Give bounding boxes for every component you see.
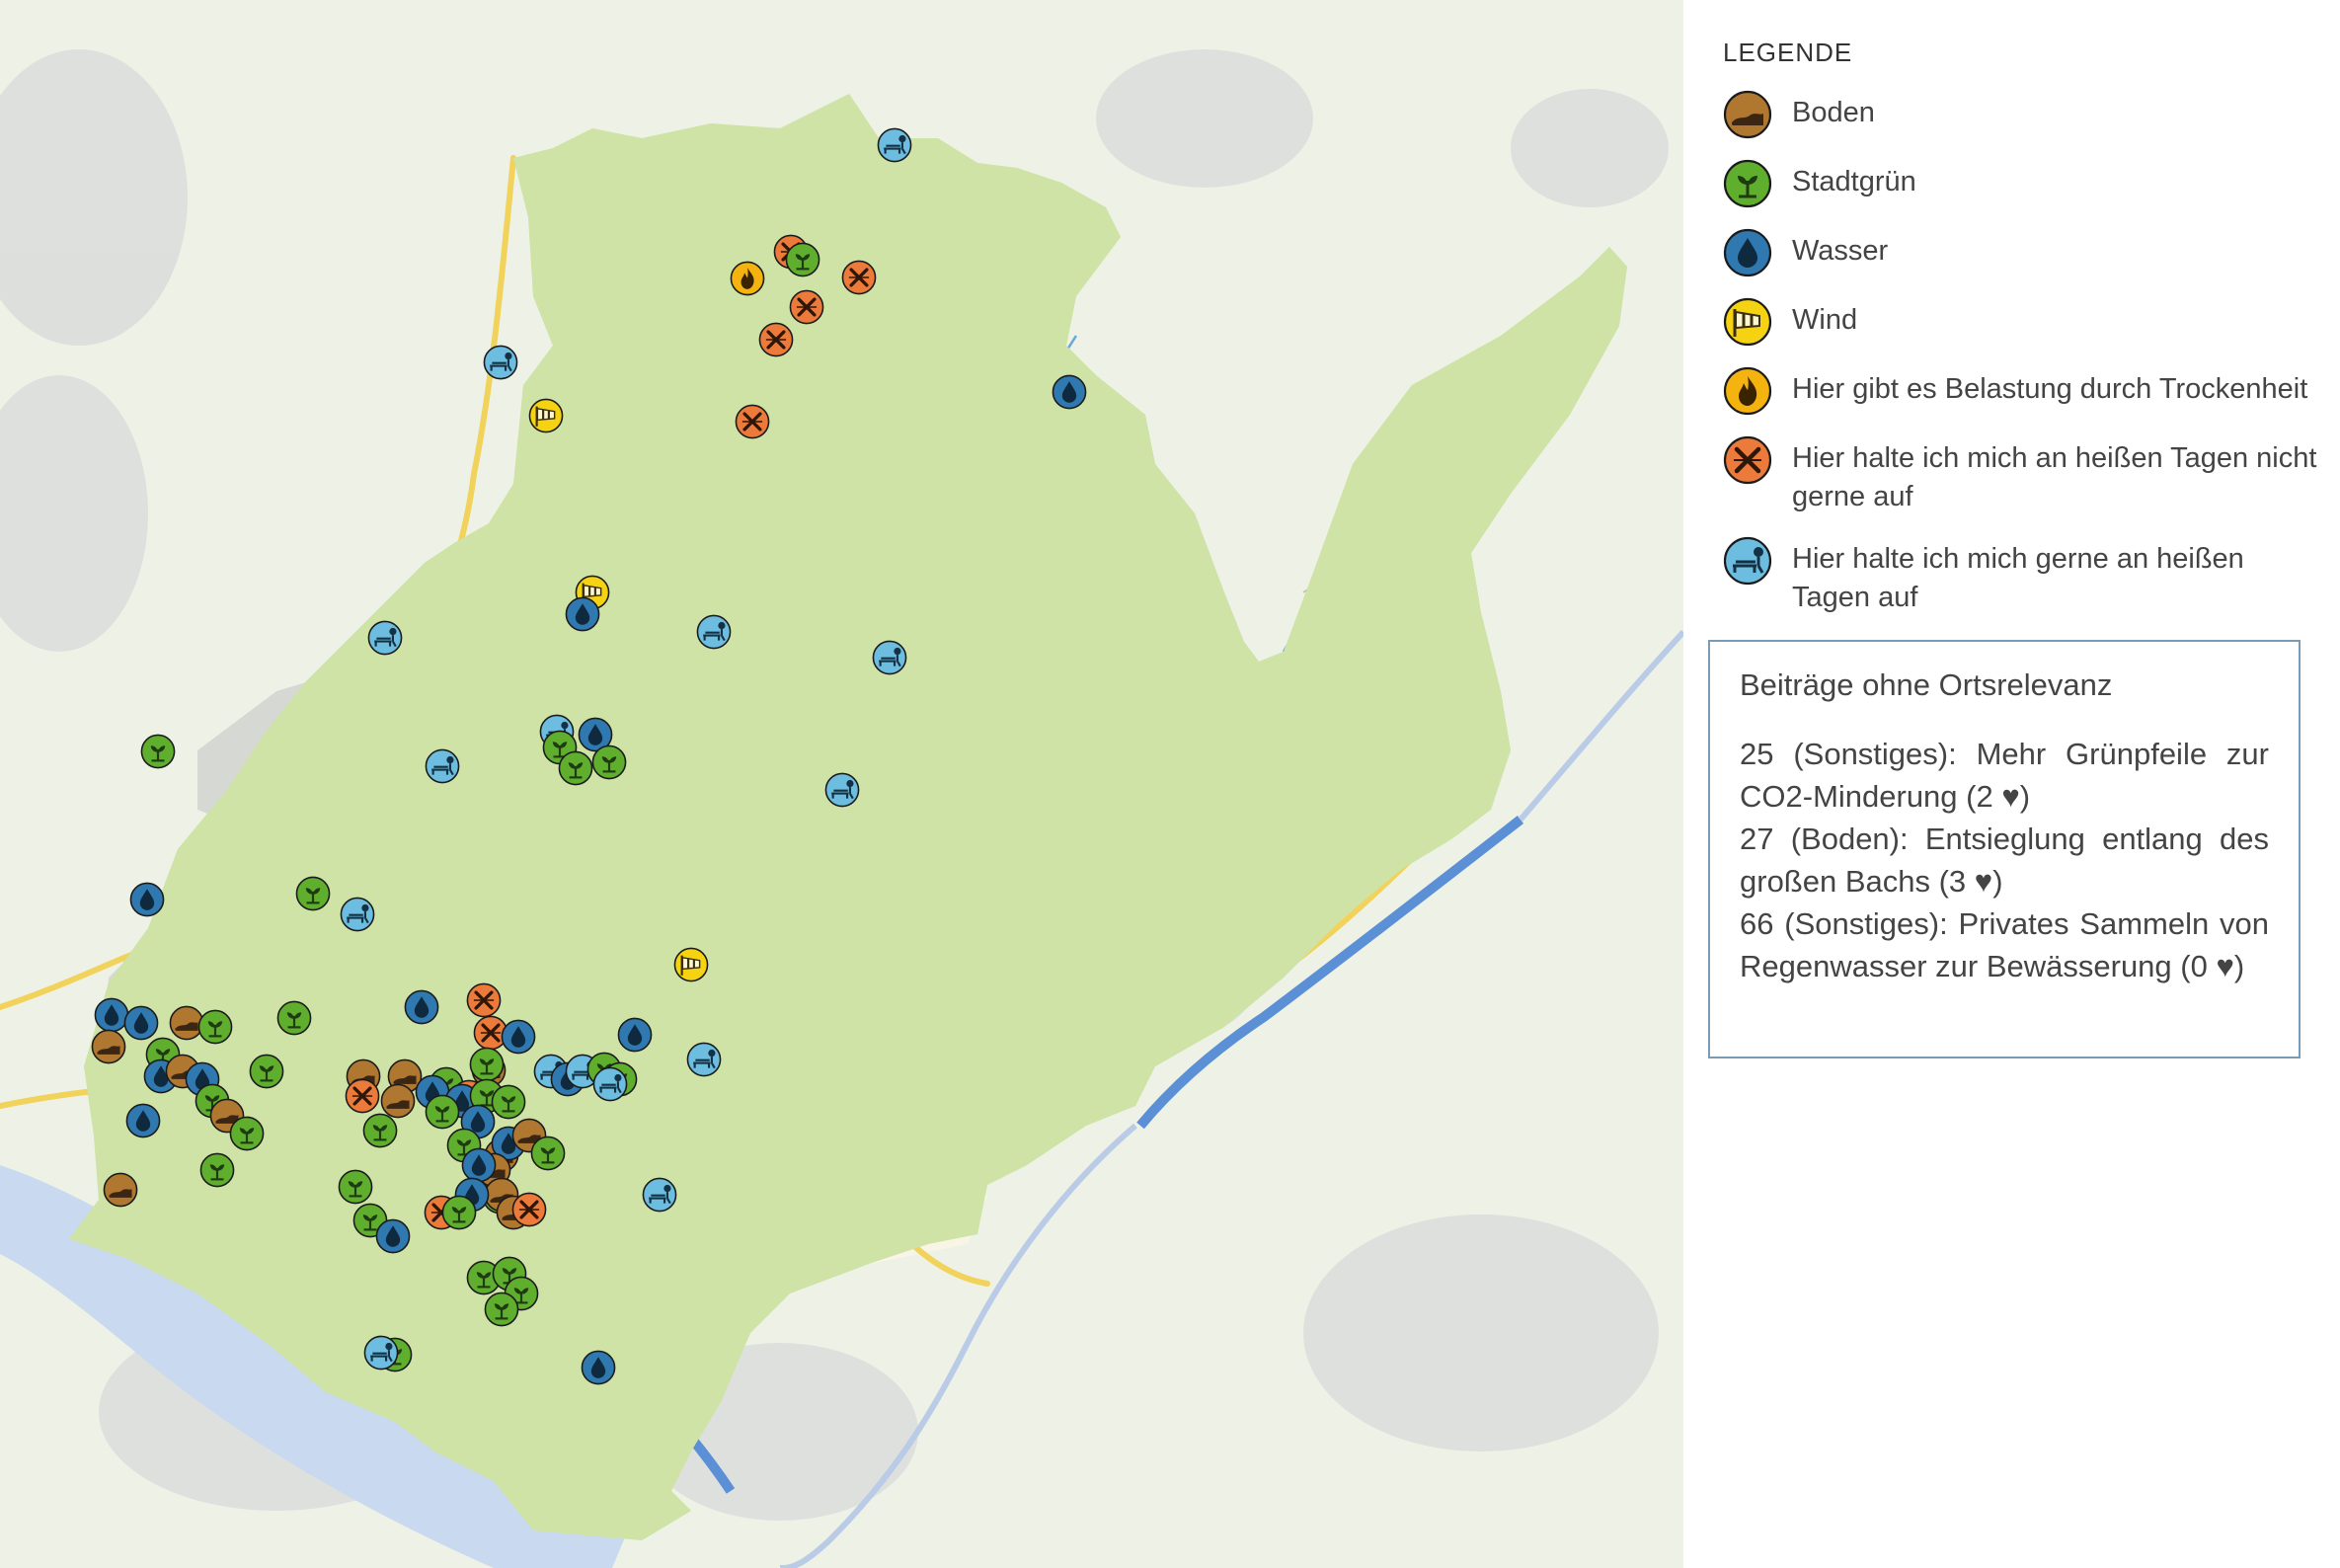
map-marker-heiss-nicht[interactable] [841, 260, 877, 295]
map-marker-stadtgruen[interactable] [229, 1116, 265, 1151]
water-drop-icon [1723, 228, 1772, 277]
legend-label: Wind [1792, 304, 1858, 336]
map-marker-stadtgruen[interactable] [425, 1094, 460, 1130]
contribution-entry[interactable]: 66 (Sonstiges): Privates Sammeln von Reg… [1740, 902, 2269, 987]
map-marker-trocken[interactable] [730, 261, 765, 296]
map-marker-stadtgruen[interactable] [591, 745, 627, 780]
legend-label: Boden [1792, 97, 1875, 128]
map-marker-heiss-gerne[interactable] [642, 1177, 677, 1213]
legend-panel: LEGENDE Boden Stadtgrün Wasser Wind Hier… [1713, 30, 2325, 637]
cross-icon [1723, 435, 1772, 485]
legend-label: Hier gibt es Belastung durch Trockenheit [1792, 373, 2308, 405]
map-marker-heiss-nicht[interactable] [735, 404, 770, 439]
map-marker-stadtgruen[interactable] [484, 1292, 519, 1327]
bench-icon [1723, 536, 1772, 586]
map-marker-heiss-gerne[interactable] [686, 1042, 722, 1077]
map-marker-stadtgruen[interactable] [558, 750, 593, 786]
map-marker-heiss-gerne[interactable] [696, 614, 732, 650]
map-marker-boden[interactable] [103, 1172, 138, 1208]
map-marker-wasser[interactable] [461, 1147, 497, 1183]
contribution-entry[interactable]: 27 (Boden): Entsieglung entlang des groß… [1740, 818, 2269, 902]
map-marker-stadtgruen[interactable] [469, 1047, 505, 1082]
map-marker-wasser[interactable] [581, 1350, 616, 1385]
map-panel[interactable] [0, 0, 1683, 1568]
map-marker-heiss-gerne[interactable] [425, 748, 460, 784]
map-canvas[interactable] [0, 0, 1683, 1568]
map-marker-stadtgruen[interactable] [338, 1169, 373, 1205]
legend-label: Hier halte ich mich an heißen Tagen nich… [1792, 442, 2317, 512]
map-marker-boden[interactable] [169, 1005, 204, 1041]
map-marker-heiss-gerne[interactable] [592, 1066, 628, 1102]
map-marker-wind[interactable] [673, 947, 709, 982]
legend-item-wind: Wind [1723, 297, 2325, 347]
legend-item-boden: Boden [1723, 90, 2325, 139]
windsock-icon [1723, 297, 1772, 347]
map-marker-stadtgruen[interactable] [785, 242, 820, 277]
contributions-title: Beiträge ohne Ortsrelevanz [1740, 667, 2113, 702]
map-marker-stadtgruen[interactable] [362, 1113, 398, 1148]
soil-icon [1723, 90, 1772, 139]
map-marker-stadtgruen[interactable] [199, 1152, 235, 1188]
map-marker-heiss-gerne[interactable] [824, 772, 860, 808]
legend-title: LEGENDE [1723, 38, 1853, 67]
map-marker-heiss-nicht[interactable] [466, 982, 502, 1018]
map-marker-heiss-gerne[interactable] [483, 345, 518, 380]
map-marker-stadtgruen[interactable] [276, 1000, 312, 1036]
map-marker-wasser[interactable] [129, 882, 165, 917]
plant-icon [1723, 159, 1772, 208]
map-marker-stadtgruen[interactable] [197, 1009, 233, 1045]
legend-label: Wasser [1792, 235, 1889, 267]
map-marker-wasser[interactable] [1052, 374, 1087, 410]
legend-label: Hier halte ich mich gerne an heißen Tage… [1792, 543, 2244, 613]
fire-icon [1723, 366, 1772, 416]
map-marker-heiss-nicht[interactable] [511, 1192, 547, 1227]
map-marker-stadtgruen[interactable] [249, 1054, 284, 1089]
legend-item-heiss-gerne: Hier halte ich mich gerne an heißen Tage… [1723, 536, 2325, 617]
map-marker-wasser[interactable] [501, 1019, 536, 1055]
map-marker-wasser[interactable] [375, 1218, 411, 1254]
map-marker-wasser[interactable] [565, 596, 600, 632]
map-marker-heiss-nicht[interactable] [758, 322, 794, 357]
map-marker-heiss-gerne[interactable] [877, 127, 912, 163]
legend-item-wasser: Wasser [1723, 228, 2325, 277]
map-marker-boden[interactable] [91, 1029, 126, 1064]
map-marker-wasser[interactable] [617, 1017, 653, 1053]
legend-item-trocken: Hier gibt es Belastung durch Trockenheit [1723, 366, 2325, 416]
map-marker-stadtgruen[interactable] [140, 734, 176, 769]
map-marker-heiss-gerne[interactable] [340, 897, 375, 932]
contribution-entry[interactable]: 25 (Sonstiges): Mehr Grünpfeile zur CO2-… [1740, 733, 2269, 818]
map-marker-stadtgruen[interactable] [491, 1084, 526, 1120]
map-marker-wasser[interactable] [94, 997, 129, 1033]
map-marker-stadtgruen[interactable] [441, 1195, 477, 1230]
map-marker-boden[interactable] [380, 1083, 416, 1119]
contributions-box: Beiträge ohne Ortsrelevanz 25 (Sonstiges… [1708, 640, 2301, 1058]
map-marker-heiss-gerne[interactable] [363, 1335, 399, 1371]
map-marker-wasser[interactable] [125, 1103, 161, 1138]
map-marker-wasser[interactable] [123, 1005, 159, 1041]
map-marker-heiss-nicht[interactable] [789, 289, 824, 325]
map-marker-wind[interactable] [528, 398, 564, 433]
legend-item-heiss-nicht: Hier halte ich mich an heißen Tagen nich… [1723, 435, 2325, 516]
map-marker-stadtgruen[interactable] [295, 876, 331, 911]
map-marker-heiss-gerne[interactable] [367, 620, 403, 656]
map-marker-stadtgruen[interactable] [530, 1136, 566, 1171]
map-marker-heiss-gerne[interactable] [872, 640, 907, 675]
map-marker-wasser[interactable] [404, 989, 439, 1025]
legend-item-stadtgruen: Stadtgrün [1723, 159, 2325, 208]
legend-label: Stadtgrün [1792, 166, 1916, 197]
map-marker-heiss-nicht[interactable] [345, 1078, 380, 1114]
